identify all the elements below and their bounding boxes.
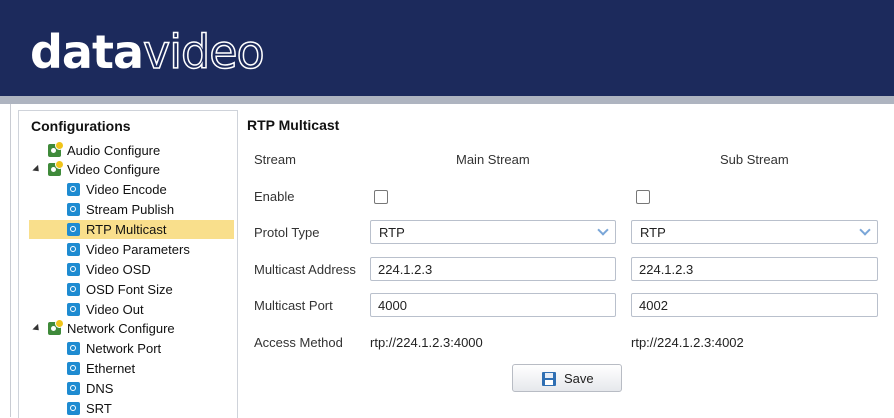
sub-stream-header: Sub Stream [720,152,789,167]
page-title: RTP Multicast [247,117,340,133]
sidebar-item-label: Video Parameters [86,242,190,257]
datavideo-logo: datavideo [30,24,265,80]
gear-group-icon [48,160,64,176]
gear-icon [67,362,80,375]
sidebar-item-label: SRT [86,401,112,416]
gear-icon [67,402,80,415]
gear-icon [67,283,80,296]
sub-stream-access-url: rtp://224.1.2.3:4002 [631,335,744,350]
sidebar-title: Configurations [31,118,131,134]
sub-stream-protocol-select[interactable]: RTP [631,220,878,244]
sidebar-item-label: RTP Multicast [86,222,167,237]
gear-icon [67,303,80,316]
sub-stream-address-input[interactable] [631,257,878,281]
gear-icon [67,382,80,395]
gear-icon [67,243,80,256]
chevron-down-icon[interactable] [855,221,877,243]
gear-icon [67,183,80,196]
sub-stream-protocol-value: RTP [640,225,666,240]
gear-icon [67,223,80,236]
save-button[interactable]: Save [512,364,622,392]
sidebar-item-label: DNS [86,381,114,396]
sidebar: Configurations Audio Configure Video Con… [18,110,238,418]
stream-label: Stream [254,152,296,167]
sidebar-item-label: Network Port [86,341,162,356]
sidebar-item-label: Ethernet [86,361,136,376]
sidebar-item-label: Video Configure [67,162,160,177]
floppy-disk-icon [542,372,556,386]
sidebar-item-rtp-multicast[interactable]: RTP Multicast [29,220,234,239]
protocol-type-label: Protol Type [254,225,320,240]
app-header: datavideo [0,0,894,96]
expand-arrow-icon[interactable] [32,164,42,175]
sidebar-item-label: Video OSD [86,262,151,277]
main-stream-access-url: rtp://224.1.2.3:4000 [370,335,483,350]
multicast-address-label: Multicast Address [254,262,356,277]
header-divider [0,96,894,104]
main-stream-protocol-value: RTP [379,225,405,240]
gear-group-icon [48,319,64,335]
main-stream-protocol-select[interactable]: RTP [370,220,616,244]
main-stream-header: Main Stream [456,152,530,167]
gear-group-icon [48,141,64,157]
sidebar-item-label: OSD Font Size [86,282,173,297]
sidebar-item-label: Video Out [86,302,144,317]
sub-stream-enable-checkbox[interactable] [636,190,650,204]
sidebar-item-label: Audio Configure [67,143,161,158]
multicast-port-label: Multicast Port [254,298,333,313]
access-method-label: Access Method [254,335,343,350]
gear-icon [67,203,80,216]
chevron-down-icon[interactable] [593,221,615,243]
main-stream-port-input[interactable] [370,293,616,317]
gear-icon [67,263,80,276]
sub-stream-port-input[interactable] [631,293,878,317]
sidebar-item-label: Video Encode [86,182,167,197]
sidebar-item-label: Network Configure [67,321,175,336]
enable-label: Enable [254,189,295,204]
gear-icon [67,342,80,355]
main-stream-address-input[interactable] [370,257,616,281]
save-button-label: Save [564,371,594,386]
sidebar-item-label: Stream Publish [86,202,175,217]
expand-arrow-icon[interactable] [32,323,42,334]
main-stream-enable-checkbox[interactable] [374,190,388,204]
